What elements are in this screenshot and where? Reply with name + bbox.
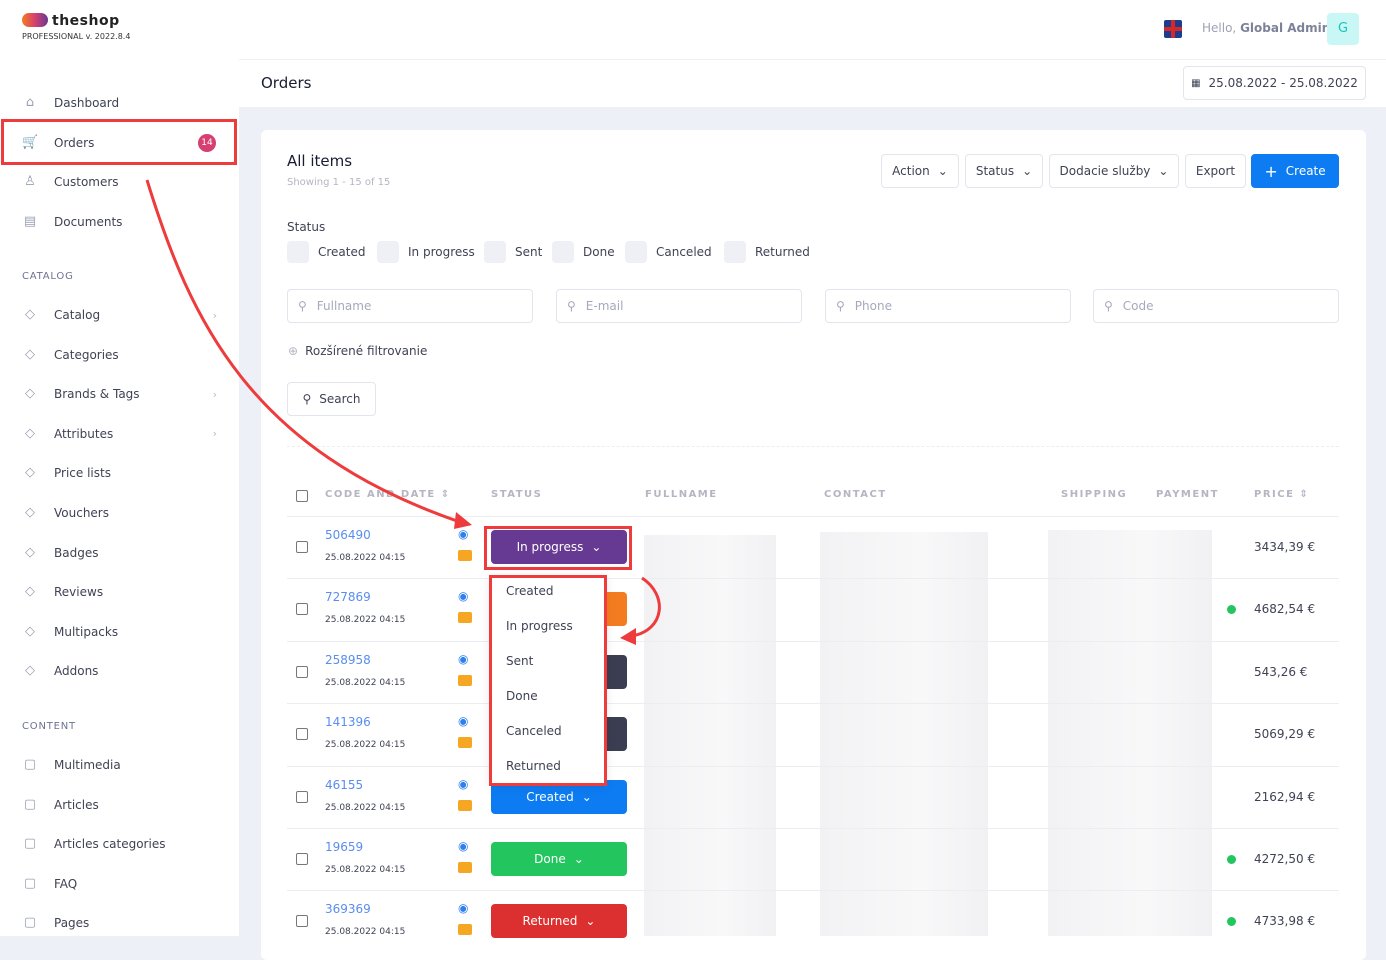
annotation-arrows	[145, 179, 661, 645]
